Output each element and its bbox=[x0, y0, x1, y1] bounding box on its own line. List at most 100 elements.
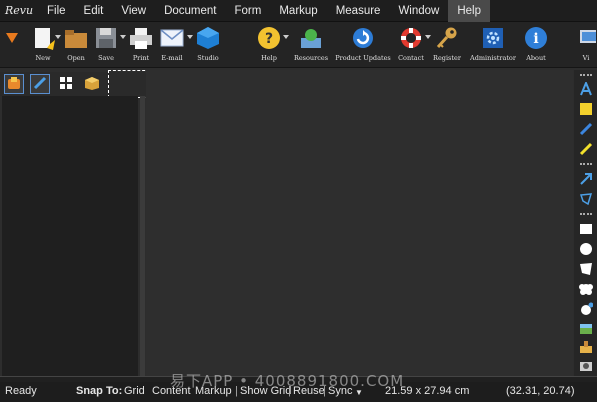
main-toolbar: New Open Save Print E-mail Studio ? Help… bbox=[0, 22, 597, 68]
save-button[interactable]: Save bbox=[92, 25, 120, 67]
menu-help[interactable]: Help bbox=[448, 0, 491, 22]
info-icon: i bbox=[523, 25, 549, 51]
letter-a-icon bbox=[579, 79, 593, 100]
arrow-tool[interactable] bbox=[576, 170, 596, 190]
snap-to-label: Snap To: bbox=[76, 385, 123, 397]
new-button[interactable]: New bbox=[26, 25, 60, 67]
email-label: E-mail bbox=[161, 54, 183, 62]
cloud-plus-icon bbox=[579, 301, 594, 320]
drag-drop-target bbox=[108, 70, 150, 98]
view-label: Vi bbox=[582, 54, 590, 62]
snap-grid-toggle[interactable]: Grid bbox=[124, 385, 145, 397]
resources-icon bbox=[298, 25, 324, 51]
print-label: Print bbox=[132, 54, 150, 62]
menu-window[interactable]: Window bbox=[389, 0, 448, 22]
panel-splitter[interactable] bbox=[140, 96, 145, 376]
product-updates-label: Product Updates bbox=[335, 54, 391, 62]
status-ready: Ready bbox=[5, 385, 37, 397]
cloud-icon bbox=[579, 281, 593, 300]
about-button[interactable]: i About bbox=[521, 25, 551, 67]
tab-markup-tools[interactable] bbox=[30, 74, 50, 94]
key-icon bbox=[434, 25, 460, 51]
thumbnails-icon bbox=[7, 75, 21, 94]
grip-dots bbox=[580, 163, 592, 166]
tab-box[interactable] bbox=[82, 74, 102, 94]
grip-dots bbox=[580, 74, 592, 77]
new-document-icon bbox=[30, 25, 56, 51]
capture-tool[interactable] bbox=[576, 356, 596, 376]
menu-view[interactable]: View bbox=[112, 0, 155, 22]
resources-label: Resources bbox=[293, 54, 329, 62]
register-label: Register bbox=[433, 54, 461, 62]
watermark-text: 易下APP • 4008891800.COM bbox=[170, 372, 405, 390]
cloud-plus-tool[interactable] bbox=[576, 300, 596, 320]
polygon-tool[interactable] bbox=[576, 190, 596, 210]
contact-button[interactable]: Contact bbox=[396, 25, 426, 67]
box-icon bbox=[84, 75, 100, 94]
menu-measure[interactable]: Measure bbox=[327, 0, 390, 22]
new-label: New bbox=[35, 54, 51, 62]
help-button[interactable]: ? Help bbox=[254, 25, 284, 67]
grip-dots bbox=[580, 213, 592, 216]
svg-text:?: ? bbox=[265, 31, 273, 47]
right-toolbar bbox=[574, 70, 597, 376]
rectangle-tool[interactable] bbox=[576, 220, 596, 240]
circle-icon bbox=[579, 241, 593, 260]
view-button[interactable]: Vi bbox=[576, 25, 596, 67]
highlight-tool[interactable] bbox=[576, 140, 596, 160]
studio-button[interactable]: Studio bbox=[193, 25, 223, 67]
print-button[interactable]: Print bbox=[127, 25, 155, 67]
menu-markup[interactable]: Markup bbox=[270, 0, 326, 22]
menu-file[interactable]: File bbox=[38, 0, 75, 22]
email-button[interactable]: E-mail bbox=[156, 25, 188, 67]
product-updates-button[interactable]: Product Updates bbox=[334, 25, 392, 67]
highlighter-icon bbox=[579, 141, 593, 160]
menu-edit[interactable]: Edit bbox=[75, 0, 113, 22]
tab-layout[interactable] bbox=[56, 74, 76, 94]
save-label: Save bbox=[98, 54, 114, 62]
administrator-gear-icon bbox=[480, 25, 506, 51]
cursor-coordinates: (32.31, 20.74) bbox=[506, 385, 575, 397]
orange-triangle-icon bbox=[4, 25, 20, 51]
app-logo: Revu bbox=[4, 4, 34, 17]
tab-thumbnails[interactable] bbox=[4, 74, 24, 94]
cloud-tool[interactable] bbox=[576, 280, 596, 300]
floppy-disk-icon bbox=[93, 25, 119, 51]
product-updates-icon bbox=[350, 25, 376, 51]
register-button[interactable]: Register bbox=[431, 25, 463, 67]
envelope-icon bbox=[159, 25, 185, 51]
stamp-tool[interactable] bbox=[576, 338, 596, 358]
menu-document[interactable]: Document bbox=[155, 0, 225, 22]
help-dropdown-arrow[interactable] bbox=[283, 35, 289, 39]
image-icon bbox=[579, 321, 593, 340]
open-label: Open bbox=[67, 54, 85, 62]
left-panel bbox=[2, 96, 138, 376]
menu-form[interactable]: Form bbox=[226, 0, 271, 22]
new-dropdown-arrow[interactable] bbox=[55, 35, 61, 39]
text-tool[interactable] bbox=[576, 79, 596, 100]
shape-tool[interactable] bbox=[576, 260, 596, 280]
administrator-button[interactable]: Administrator bbox=[467, 25, 519, 67]
note-tool[interactable] bbox=[576, 100, 596, 120]
grid-layout-icon bbox=[59, 75, 73, 94]
ellipse-tool[interactable] bbox=[576, 240, 596, 260]
resources-button[interactable]: Resources bbox=[292, 25, 330, 67]
sticky-note-icon bbox=[579, 101, 593, 120]
lifebuoy-icon bbox=[398, 25, 424, 51]
polygon-icon bbox=[579, 191, 593, 210]
tool-chest-button[interactable] bbox=[4, 25, 20, 67]
help-label: Help bbox=[261, 54, 277, 62]
studio-label: Studio bbox=[197, 54, 219, 62]
menu-bar: Revu File Edit View Document Form Markup… bbox=[0, 0, 597, 22]
rectangle-icon bbox=[579, 221, 593, 240]
administrator-label: Administrator bbox=[470, 54, 516, 62]
pen-tool[interactable] bbox=[576, 120, 596, 140]
svg-text:i: i bbox=[533, 31, 538, 47]
contact-label: Contact bbox=[398, 54, 424, 62]
help-question-icon: ? bbox=[256, 25, 282, 51]
folder-icon bbox=[63, 25, 89, 51]
image-tool[interactable] bbox=[576, 320, 596, 340]
document-canvas[interactable] bbox=[146, 70, 573, 376]
save-dropdown-arrow[interactable] bbox=[120, 35, 126, 39]
open-button[interactable]: Open bbox=[62, 25, 90, 67]
